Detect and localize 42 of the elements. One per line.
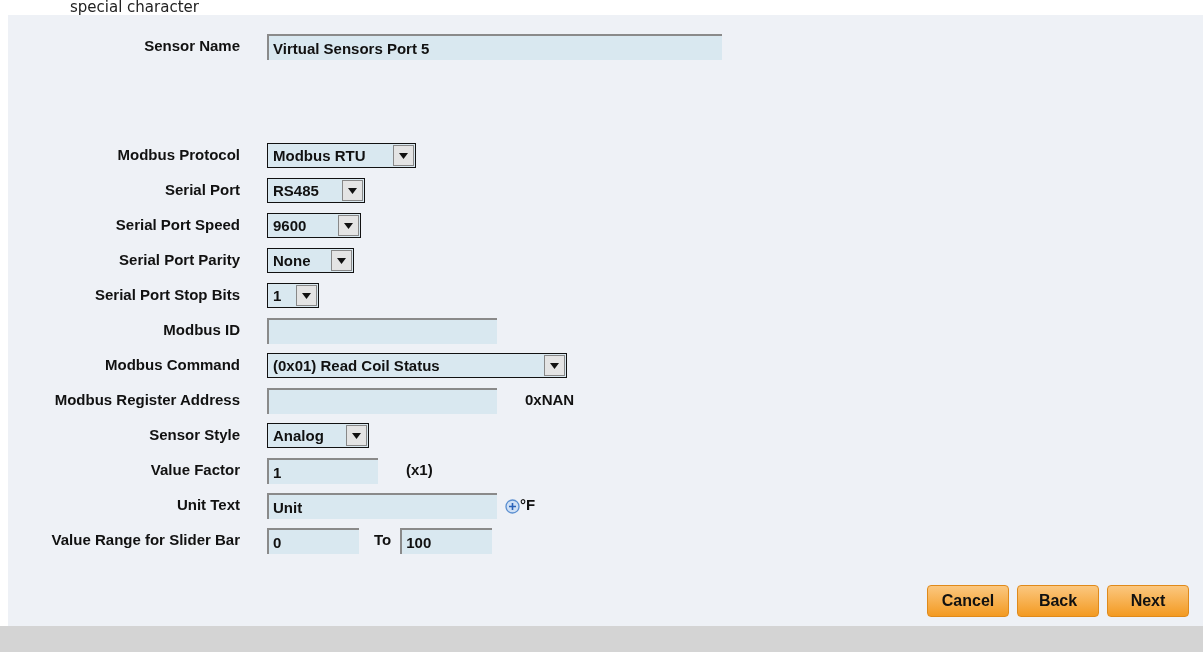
field-label: Serial Port Speed — [114, 215, 240, 236]
back-button[interactable]: Back — [1017, 585, 1099, 617]
field-label: Modbus ID — [162, 320, 240, 341]
field-label: Value Factor — [149, 460, 240, 481]
field-label: Serial Port Stop Bits — [93, 285, 240, 306]
caret-icon — [344, 222, 353, 229]
input-field[interactable] — [267, 317, 497, 344]
dropdown[interactable]: Modbus RTU — [267, 143, 416, 168]
input-field[interactable]: 1 — [267, 457, 378, 484]
dropdown[interactable]: 9600 — [267, 213, 361, 238]
input-field[interactable] — [267, 387, 497, 414]
field-label: Modbus Register Address — [53, 390, 240, 411]
field-label: Serial Port Parity — [118, 250, 240, 271]
suffix-text: 0xNAN — [525, 390, 575, 411]
input-field[interactable]: 0 — [267, 527, 359, 554]
field-label: Sensor Name — [143, 36, 240, 57]
caret-icon — [302, 292, 311, 299]
field-label: Sensor Style — [148, 425, 240, 446]
cancel-button[interactable]: Cancel — [927, 585, 1009, 617]
suffix-text: (x1) — [406, 460, 433, 481]
next-button[interactable]: Next — [1107, 585, 1189, 617]
field-label: Modbus Command — [104, 355, 240, 376]
unit-symbol: °F — [520, 495, 536, 516]
dropdown[interactable]: None — [267, 248, 354, 273]
field-label: Unit Text — [175, 495, 240, 516]
input-field[interactable]: 100 — [400, 527, 493, 554]
caret-icon — [348, 187, 357, 194]
input-field[interactable]: Unit — [267, 492, 497, 519]
field-label: Modbus Protocol — [116, 145, 240, 166]
dropdown[interactable]: Analog — [267, 423, 369, 448]
to-label: To — [374, 530, 392, 551]
dropdown[interactable]: RS485 — [267, 178, 365, 203]
dropdown[interactable]: 1 — [267, 283, 319, 308]
caret-icon — [399, 152, 408, 159]
caret-icon — [550, 362, 559, 369]
note-text: special character — [70, 0, 200, 15]
caret-icon — [352, 432, 361, 439]
field-label: Serial Port — [163, 180, 240, 201]
caret-icon — [337, 257, 346, 264]
field-label: Value Range for Slider Bar — [50, 530, 240, 551]
input-field[interactable]: Virtual Sensors Port 5 — [267, 33, 722, 60]
dropdown[interactable]: (0x01) Read Coil Status — [267, 353, 567, 378]
